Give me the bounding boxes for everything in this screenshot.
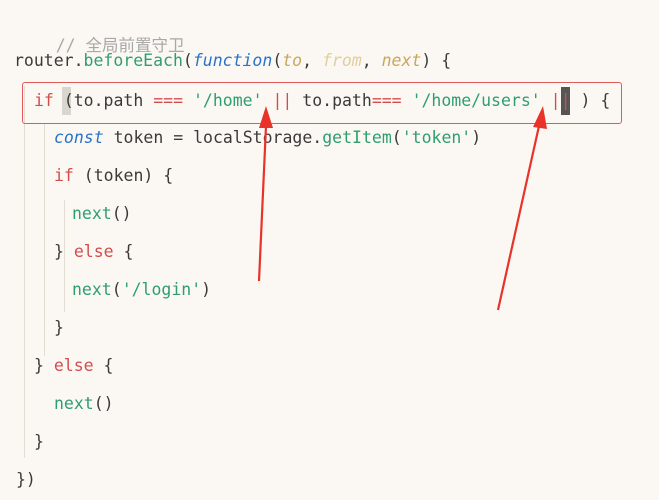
token-function: function <box>192 51 273 70</box>
token-paren: ( <box>182 51 193 70</box>
code-line-close-call: }) <box>16 468 36 492</box>
token-text: { <box>93 356 114 375</box>
code-line-next-login: next('/login') <box>72 278 211 302</box>
code-line-close: } <box>34 430 44 454</box>
token-text: () <box>93 394 114 413</box>
call-next: next <box>54 394 94 413</box>
code-line-if-token: if (token) { <box>54 164 173 188</box>
token-paren: ) <box>471 128 482 147</box>
code-line-close: } <box>54 316 64 340</box>
token-brace: } <box>54 242 74 261</box>
method-getItem: getItem <box>322 128 392 147</box>
code-editor[interactable]: // 全局前置守卫 router.beforeEach(function(to,… <box>0 0 659 500</box>
token-comma: , <box>302 51 322 70</box>
string-token: 'token' <box>401 128 472 147</box>
token-text: { <box>113 242 134 261</box>
string-login: '/login' <box>121 280 202 299</box>
param-to: to <box>282 51 303 70</box>
token-comma: , <box>361 51 382 70</box>
code-line-else: } else { <box>34 354 114 378</box>
code-line-else: } else { <box>54 240 134 264</box>
keyword-const: const <box>54 128 104 147</box>
token-close: ) { <box>421 51 452 70</box>
token-brace: } <box>54 318 64 337</box>
token-beforeEach: beforeEach <box>83 51 183 70</box>
indent-guide <box>44 124 45 356</box>
token-paren: ) <box>201 280 212 299</box>
token-brace: } <box>34 356 54 375</box>
indent-guide <box>24 86 25 458</box>
keyword-if: if <box>54 166 74 185</box>
token-brace: } <box>34 432 44 451</box>
code-line-next: next() <box>54 392 114 416</box>
token-text: (token) { <box>73 166 174 185</box>
keyword-else: else <box>73 242 114 261</box>
code-line-next: next() <box>72 202 132 226</box>
keyword-else: else <box>53 356 94 375</box>
call-next: next <box>72 204 112 223</box>
code-line-router: router.beforeEach(function(to, from, nex… <box>14 49 451 73</box>
token-text: token = localStorage. <box>103 128 323 147</box>
highlight-box <box>22 82 622 124</box>
token-text: () <box>111 204 132 223</box>
token-paren: ( <box>272 51 283 70</box>
param-next: next <box>381 51 422 70</box>
call-next: next <box>72 280 112 299</box>
code-line-const-token: const token = localStorage.getItem('toke… <box>54 126 481 150</box>
code-line-comment: // 全局前置守卫 <box>16 10 185 55</box>
token-paren: ( <box>111 280 122 299</box>
arrow-to-or-2 <box>496 106 547 311</box>
token-router: router <box>14 51 74 70</box>
token-dot: . <box>73 51 84 70</box>
token-brace: }) <box>16 470 36 489</box>
param-from: from <box>322 51 362 70</box>
token-paren: ( <box>391 128 402 147</box>
